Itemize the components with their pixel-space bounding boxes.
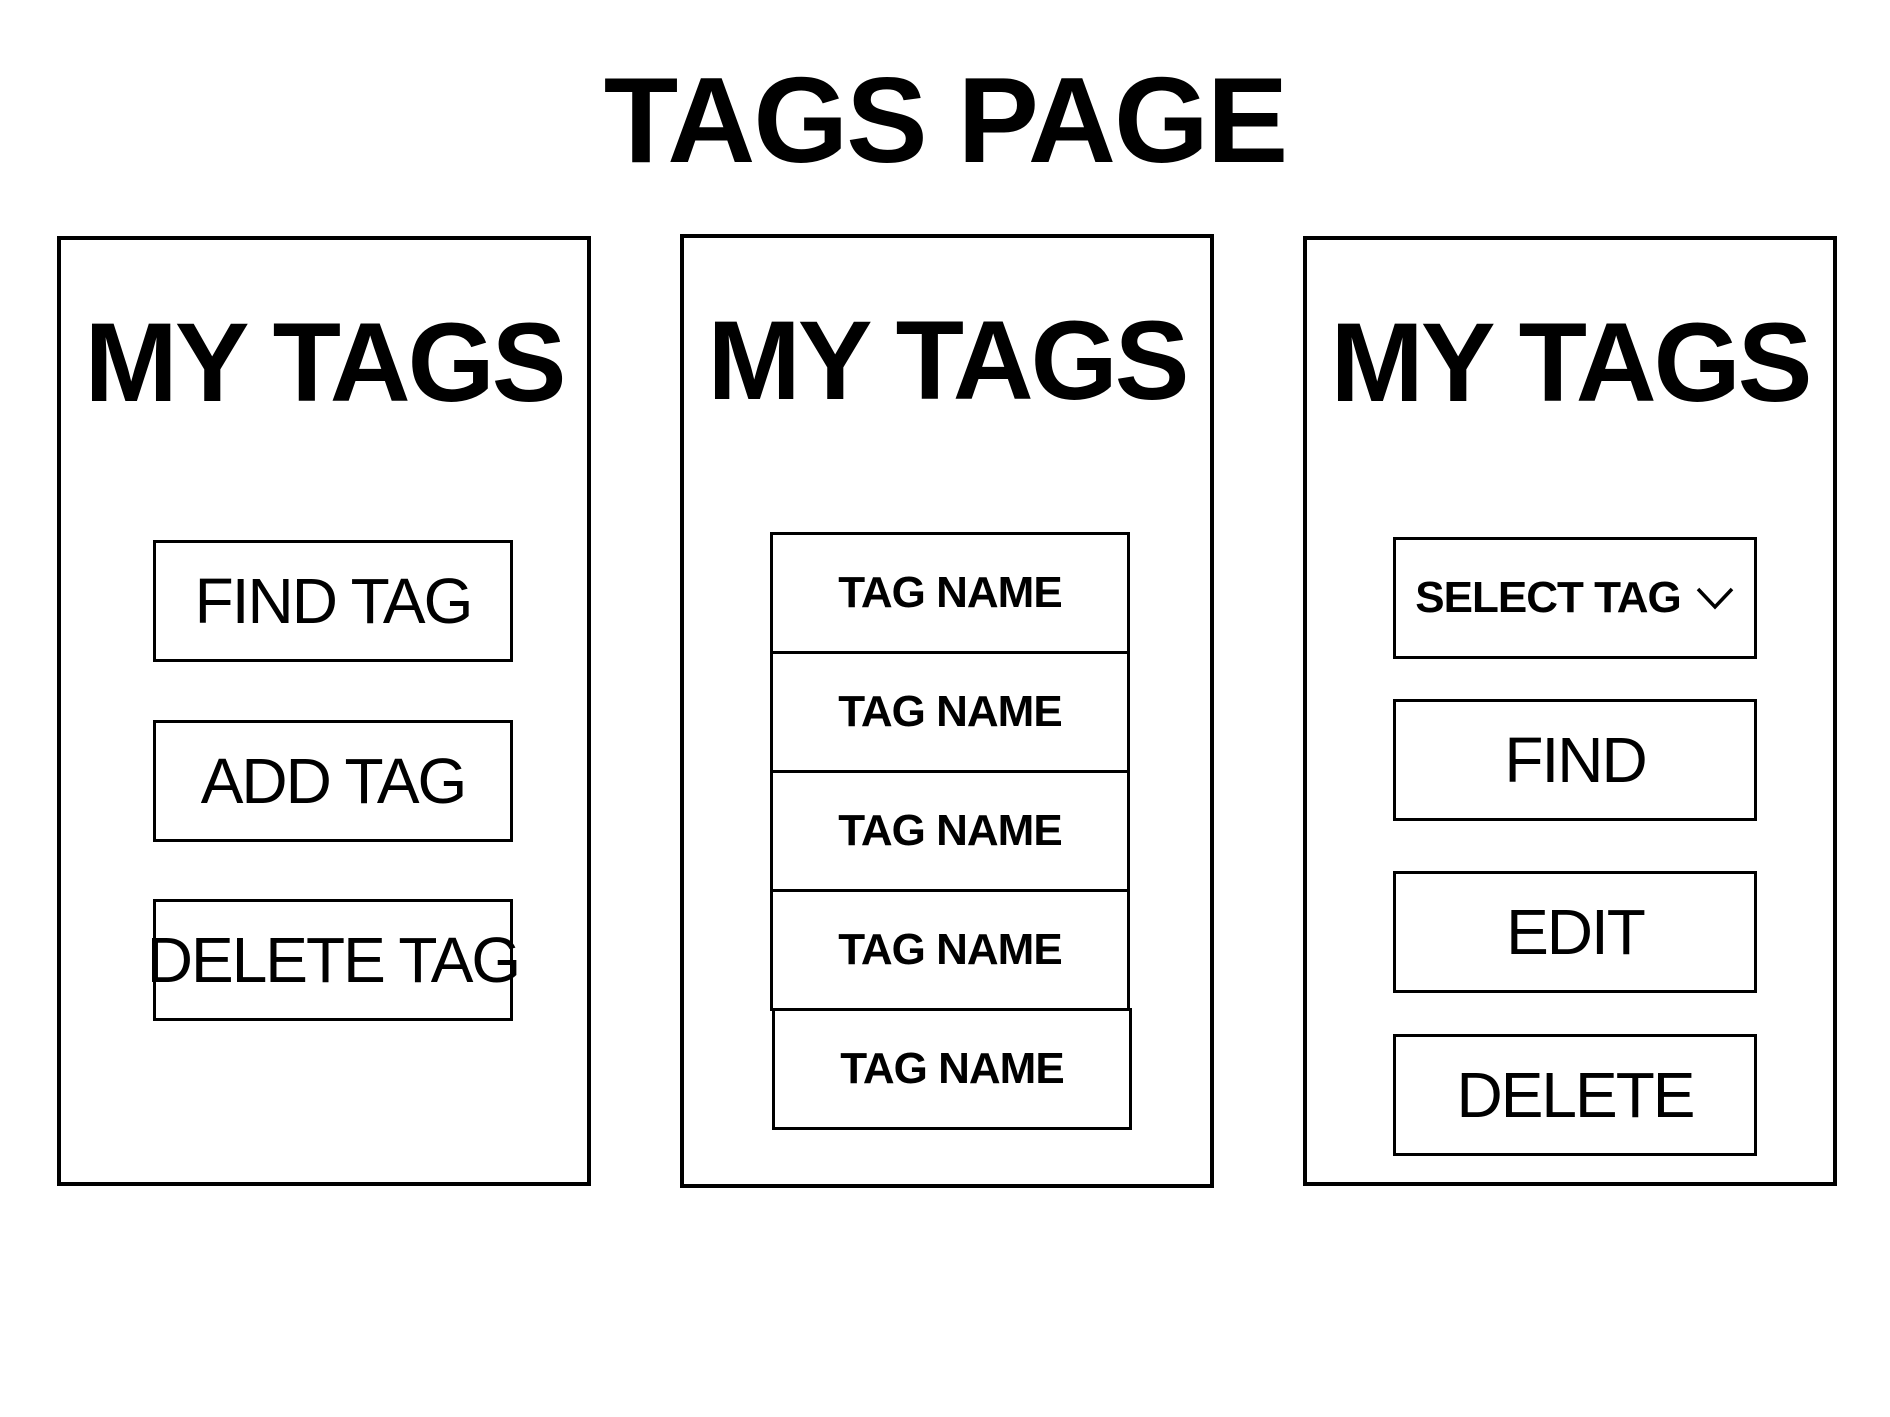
tag-list-item[interactable]: TAG NAME: [770, 651, 1130, 773]
select-tag-label: SELECT TAG: [1415, 573, 1681, 622]
panel-title: MY TAGS: [84, 300, 567, 425]
tag-list-panel: MY TAGS TAG NAME TAG NAME TAG NAME TAG N…: [680, 234, 1214, 1188]
chevron-down-icon: [1695, 585, 1735, 611]
tag-actions-panel: MY TAGS FIND TAG ADD TAG DELETE TAG: [57, 236, 591, 1186]
tag-list-item[interactable]: TAG NAME: [770, 889, 1130, 1011]
tag-list-item[interactable]: TAG NAME: [770, 770, 1130, 892]
page-title: TAGS PAGE: [603, 52, 1288, 188]
find-tag-button[interactable]: FIND TAG: [153, 540, 513, 662]
add-tag-button[interactable]: ADD TAG: [153, 720, 513, 842]
panel-title: MY TAGS: [1330, 300, 1813, 425]
delete-button[interactable]: DELETE: [1393, 1034, 1757, 1156]
tag-list-item[interactable]: TAG NAME: [770, 532, 1130, 654]
tag-list-item[interactable]: TAG NAME: [772, 1008, 1132, 1130]
find-button[interactable]: FIND: [1393, 699, 1757, 821]
select-tag-dropdown[interactable]: SELECT TAG: [1393, 537, 1757, 659]
edit-button[interactable]: EDIT: [1393, 871, 1757, 993]
panel-title: MY TAGS: [707, 298, 1190, 423]
delete-tag-button[interactable]: DELETE TAG: [147, 899, 521, 1021]
tag-manage-panel: MY TAGS SELECT TAG FIND EDIT DELETE: [1303, 236, 1837, 1186]
